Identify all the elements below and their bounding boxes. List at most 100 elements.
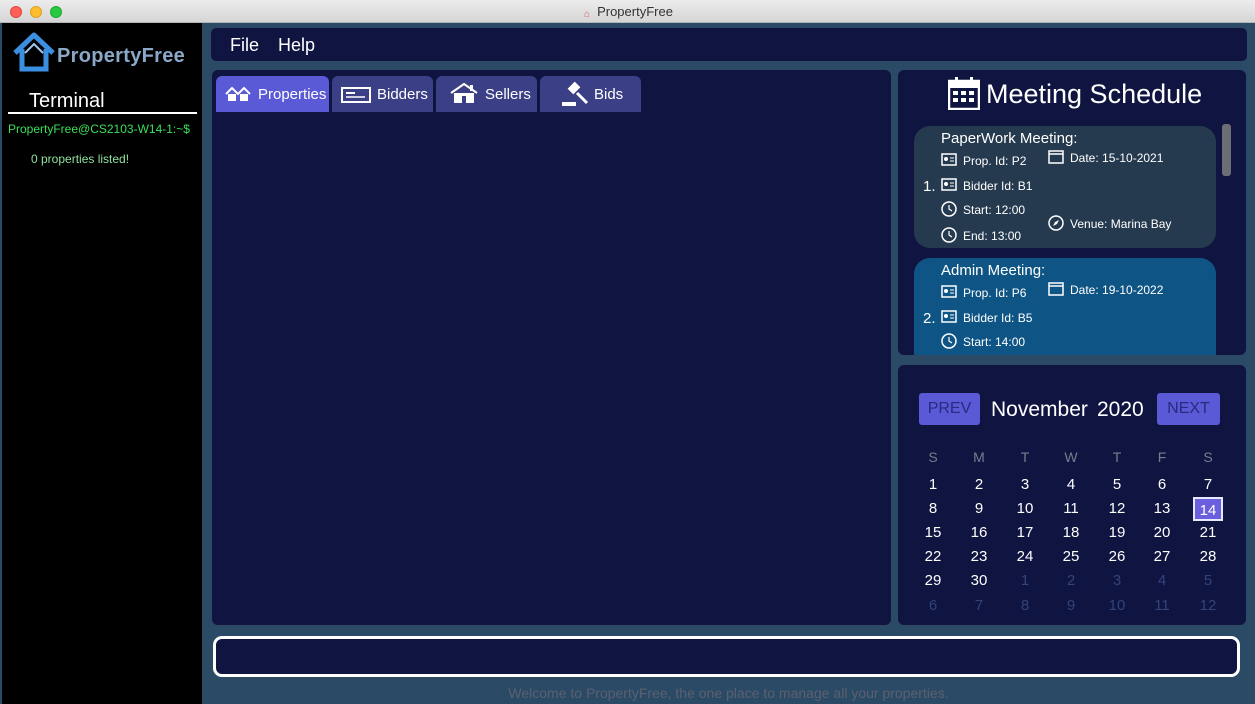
calendar-day[interactable]: 26	[1102, 545, 1132, 569]
calendar-day[interactable]: 5	[1102, 473, 1132, 497]
status-bar: Welcome to PropertyFree, the one place t…	[202, 683, 1255, 704]
id-badge-icon	[941, 153, 957, 166]
next-month-button[interactable]: NEXT	[1157, 393, 1220, 425]
meeting-card[interactable]: Admin Meeting: 2. Prop. Id: P6 Bidder Id…	[914, 258, 1216, 355]
calendar-day[interactable]: 17	[1010, 521, 1040, 545]
calendar-day[interactable]: 23	[964, 545, 994, 569]
calendar-day[interactable]: 1	[918, 473, 948, 497]
terminal-title: Terminal	[29, 90, 105, 112]
calendar-day[interactable]: 15	[918, 521, 948, 545]
gavel-icon	[562, 81, 589, 106]
calendar-day[interactable]: 9	[964, 497, 994, 521]
meeting-schedule-panel: Meeting Schedule PaperWork Meeting: 1. P…	[897, 69, 1247, 356]
prev-month-button[interactable]: PREV	[919, 393, 980, 425]
menu-file[interactable]: File	[230, 35, 259, 56]
window-title: PropertyFree	[597, 4, 673, 19]
tab-label-bidders: Bidders	[377, 86, 428, 103]
title-bar: ⌂ PropertyFree	[0, 0, 1255, 23]
id-badge-icon	[941, 178, 957, 191]
meeting-index: 2.	[923, 310, 936, 327]
command-input[interactable]	[213, 636, 1240, 677]
calendar-day[interactable]: 21	[1193, 521, 1223, 545]
calendar-day[interactable]: 24	[1010, 545, 1040, 569]
calendar-day-other-month[interactable]: 10	[1102, 594, 1132, 618]
tab-label-properties: Properties	[258, 86, 327, 103]
schedule-scrollbar[interactable]	[1222, 124, 1231, 176]
menu-help[interactable]: Help	[278, 35, 315, 56]
calendar-day[interactable]: 4	[1056, 473, 1086, 497]
calendar-day[interactable]: 8	[918, 497, 948, 521]
calendar-day-other-month[interactable]: 6	[918, 594, 948, 618]
calendar-day-other-month[interactable]: 1	[1010, 569, 1040, 593]
tab-bidders[interactable]: Bidders	[332, 76, 433, 112]
calendar-icon	[948, 77, 980, 110]
calendar-day-other-month[interactable]: 5	[1193, 569, 1223, 593]
meeting-venue-text: Venue: Marina Bay	[1070, 217, 1172, 231]
calendar-day-other-month[interactable]: 12	[1193, 594, 1223, 618]
calendar-day[interactable]: 3	[1010, 473, 1040, 497]
terminal-panel: PropertyFree Terminal PropertyFree@CS210…	[2, 23, 202, 704]
calendar-month: November	[991, 398, 1088, 421]
calendar-day[interactable]: 7	[1193, 473, 1223, 497]
calendar-day[interactable]: 12	[1102, 497, 1132, 521]
tab-bids[interactable]: Bids	[540, 76, 641, 112]
meeting-start-text: Start: 12:00	[963, 203, 1026, 217]
meeting-start-text: Start: 14:00	[963, 335, 1026, 349]
house-icon	[450, 82, 478, 103]
weekday-label: W	[1064, 449, 1078, 465]
logo-text: PropertyFree	[57, 45, 186, 67]
app-icon: ⌂	[584, 9, 591, 20]
schedule-title: Meeting Schedule	[986, 79, 1203, 109]
calendar-day-other-month[interactable]: 9	[1056, 594, 1086, 618]
calendar-day[interactable]: 11	[1056, 497, 1086, 521]
calendar-day[interactable]: 13	[1147, 497, 1177, 521]
weekday-label: S	[928, 449, 938, 465]
calendar-day[interactable]: 20	[1147, 521, 1177, 545]
compass-icon	[1048, 215, 1064, 231]
meeting-end-text: End: 13:00	[963, 229, 1022, 243]
calendar-day[interactable]: 18	[1056, 521, 1086, 545]
weekday-label: M	[973, 449, 985, 465]
calendar-day[interactable]: 27	[1147, 545, 1177, 569]
calendar-day[interactable]: 25	[1056, 545, 1086, 569]
weekday-label: T	[1112, 449, 1122, 465]
calendar-day[interactable]: 16	[964, 521, 994, 545]
terminal-output: 0 properties listed!	[31, 152, 130, 166]
tab-sellers[interactable]: Sellers	[436, 76, 537, 112]
clock-icon	[941, 227, 957, 243]
calendar-day[interactable]: 6	[1147, 473, 1177, 497]
meeting-index: 1.	[923, 178, 936, 195]
app-window: ⌂ PropertyFree PropertyFree Terminal Prop…	[0, 0, 1255, 704]
weekday-label: S	[1203, 449, 1213, 465]
calendar-day[interactable]: 2	[964, 473, 994, 497]
meeting-date-text: Date: 15-10-2021	[1070, 151, 1164, 165]
calendar-day[interactable]: 28	[1193, 545, 1223, 569]
terminal-divider	[8, 112, 197, 114]
calendar-day-other-month[interactable]: 8	[1010, 594, 1040, 618]
weekday-label: F	[1157, 449, 1167, 465]
calendar-day-other-month[interactable]: 4	[1147, 569, 1177, 593]
meeting-card[interactable]: PaperWork Meeting: 1. Prop. Id: P2 Bidde…	[914, 126, 1216, 248]
clock-icon	[941, 201, 957, 217]
calendar-day-other-month[interactable]: 3	[1102, 569, 1132, 593]
menu-bar: File Help	[210, 27, 1248, 62]
calendar-day[interactable]: 22	[918, 545, 948, 569]
calendar-day-today[interactable]: 14	[1193, 497, 1223, 521]
meeting-property-text: Prop. Id: P2	[963, 154, 1027, 168]
calendar-day[interactable]: 30	[964, 569, 994, 593]
id-badge-icon	[941, 310, 957, 323]
calendar-day[interactable]: 19	[1102, 521, 1132, 545]
calendar-day[interactable]: 29	[918, 569, 948, 593]
calendar-day-other-month[interactable]: 11	[1147, 594, 1177, 618]
clock-icon	[941, 333, 957, 349]
terminal-prompt: PropertyFree@CS2103-W14-1:~$	[8, 122, 190, 136]
calendar-day-other-month[interactable]: 7	[964, 594, 994, 618]
tab-properties[interactable]: Properties	[216, 76, 329, 112]
weekday-label: T	[1020, 449, 1030, 465]
calendar-day-other-month[interactable]: 2	[1056, 569, 1086, 593]
calendar-day[interactable]: 10	[1010, 497, 1040, 521]
meeting-title: Admin Meeting:	[941, 262, 1046, 279]
meeting-bidder-text: Bidder Id: B1	[963, 179, 1033, 193]
meeting-bidder-text: Bidder Id: B5	[963, 311, 1033, 325]
date-icon	[1048, 150, 1064, 164]
